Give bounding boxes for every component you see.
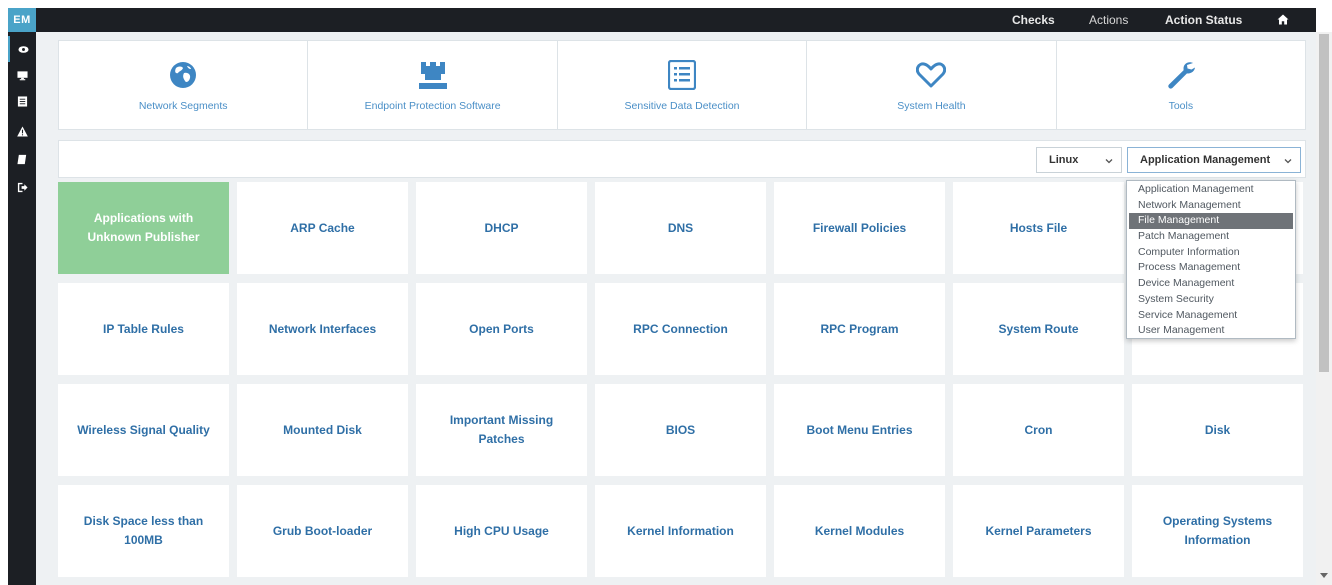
nav-home[interactable] bbox=[1277, 8, 1289, 32]
check-tile[interactable]: Network Interfaces bbox=[237, 283, 408, 375]
check-tile[interactable]: Kernel Parameters bbox=[953, 485, 1124, 577]
check-tile[interactable]: Kernel Information bbox=[595, 485, 766, 577]
nav-action-status[interactable]: Action Status bbox=[1165, 8, 1242, 32]
checks-grid: Applications with Unknown Publisher ARP … bbox=[58, 182, 1306, 577]
chevron-down-icon bbox=[1284, 159, 1292, 164]
sidebar-monitoring[interactable] bbox=[8, 36, 36, 62]
check-tile[interactable]: Important Missing Patches bbox=[416, 384, 587, 476]
scrollbar-thumb[interactable] bbox=[1319, 34, 1329, 372]
category-label: System Health bbox=[897, 100, 966, 112]
wrench-icon bbox=[1163, 58, 1199, 92]
top-navbar: Checks Actions Action Status bbox=[36, 8, 1316, 32]
app-root: EM Checks Actions Action Status Network … bbox=[0, 0, 1332, 585]
globe-icon bbox=[165, 58, 201, 92]
category-select[interactable]: Application Management bbox=[1127, 147, 1301, 173]
category-label: Tools bbox=[1168, 100, 1194, 112]
check-tile[interactable]: Firewall Policies bbox=[774, 182, 945, 274]
check-tile[interactable]: Disk Space less than 100MB bbox=[58, 485, 229, 577]
check-tile[interactable]: Applications with Unknown Publisher bbox=[58, 182, 229, 274]
main-content: Network Segments Endpoint Protection Sof… bbox=[36, 32, 1316, 585]
sidebar-alerts[interactable] bbox=[8, 118, 36, 144]
check-tile[interactable]: RPC Connection bbox=[595, 283, 766, 375]
home-icon bbox=[1277, 14, 1289, 25]
dropdown-option[interactable]: Process Management bbox=[1129, 260, 1293, 276]
check-tile[interactable]: DHCP bbox=[416, 182, 587, 274]
check-tile[interactable]: High CPU Usage bbox=[416, 485, 587, 577]
category-tabs: Network Segments Endpoint Protection Sof… bbox=[58, 40, 1306, 130]
dropdown-option[interactable]: User Management bbox=[1129, 323, 1293, 339]
os-select-value: Linux bbox=[1049, 154, 1079, 166]
sidebar-reports[interactable] bbox=[8, 88, 36, 114]
brand-logo[interactable]: EM bbox=[8, 8, 36, 32]
sidebar-endpoints[interactable] bbox=[8, 62, 36, 88]
monitor-icon bbox=[16, 70, 28, 80]
category-network-segments[interactable]: Network Segments bbox=[59, 41, 309, 129]
category-select-value: Application Management bbox=[1140, 154, 1271, 166]
check-tile[interactable]: Disk bbox=[1132, 384, 1303, 476]
check-tile[interactable]: Operating Systems Information bbox=[1132, 485, 1303, 577]
category-label: Network Segments bbox=[138, 100, 228, 112]
chevron-down-icon bbox=[1105, 159, 1113, 164]
scroll-down-icon[interactable] bbox=[1320, 573, 1328, 578]
warning-icon bbox=[16, 125, 28, 137]
eye-icon bbox=[17, 45, 29, 53]
dropdown-option[interactable]: Application Management bbox=[1129, 182, 1293, 198]
category-sensitive-data[interactable]: Sensitive Data Detection bbox=[558, 41, 808, 129]
category-dropdown-list: Application Management Network Managemen… bbox=[1126, 180, 1296, 339]
dropdown-option[interactable]: Network Management bbox=[1129, 198, 1293, 214]
check-tile[interactable]: Cron bbox=[953, 384, 1124, 476]
list-icon bbox=[17, 95, 27, 107]
check-tile[interactable]: Kernel Modules bbox=[774, 485, 945, 577]
os-select[interactable]: Linux bbox=[1036, 147, 1122, 173]
check-tile[interactable]: Grub Boot-loader bbox=[237, 485, 408, 577]
check-tile[interactable]: Mounted Disk bbox=[237, 384, 408, 476]
check-tile[interactable]: ARP Cache bbox=[237, 182, 408, 274]
list-alt-icon bbox=[664, 58, 700, 92]
nav-actions[interactable]: Actions bbox=[1089, 8, 1128, 32]
check-tile[interactable]: System Route bbox=[953, 283, 1124, 375]
check-tile[interactable]: RPC Program bbox=[774, 283, 945, 375]
sidebar-logout[interactable] bbox=[8, 174, 36, 200]
check-tile[interactable]: Wireless Signal Quality bbox=[58, 384, 229, 476]
logout-icon bbox=[17, 182, 28, 192]
filter-bar: Linux Application Management bbox=[58, 140, 1306, 178]
dropdown-option-highlighted[interactable]: File Management bbox=[1129, 213, 1293, 230]
page-scrollbar[interactable] bbox=[1316, 32, 1332, 585]
check-tile[interactable]: Open Ports bbox=[416, 283, 587, 375]
nav-checks[interactable]: Checks bbox=[1012, 8, 1055, 32]
category-tools[interactable]: Tools bbox=[1057, 41, 1305, 129]
dropdown-option[interactable]: Device Management bbox=[1129, 276, 1293, 292]
category-endpoint-protection[interactable]: Endpoint Protection Software bbox=[308, 41, 558, 129]
bookmark-icon bbox=[16, 154, 26, 164]
category-system-health[interactable]: System Health bbox=[807, 41, 1057, 129]
category-label: Sensitive Data Detection bbox=[624, 100, 740, 112]
castle-icon bbox=[415, 58, 451, 92]
check-tile[interactable]: IP Table Rules bbox=[58, 283, 229, 375]
check-tile[interactable]: DNS bbox=[595, 182, 766, 274]
left-sidebar: EM bbox=[8, 8, 36, 585]
dropdown-option[interactable]: Service Management bbox=[1129, 308, 1293, 324]
heart-icon bbox=[913, 58, 949, 92]
check-tile[interactable]: Hosts File bbox=[953, 182, 1124, 274]
check-tile[interactable]: Boot Menu Entries bbox=[774, 384, 945, 476]
dropdown-option[interactable]: Patch Management bbox=[1129, 229, 1293, 245]
dropdown-option[interactable]: Computer Information bbox=[1129, 245, 1293, 261]
category-label: Endpoint Protection Software bbox=[364, 100, 501, 112]
dropdown-option[interactable]: System Security bbox=[1129, 292, 1293, 308]
check-tile[interactable]: BIOS bbox=[595, 384, 766, 476]
sidebar-docs[interactable] bbox=[8, 146, 36, 172]
